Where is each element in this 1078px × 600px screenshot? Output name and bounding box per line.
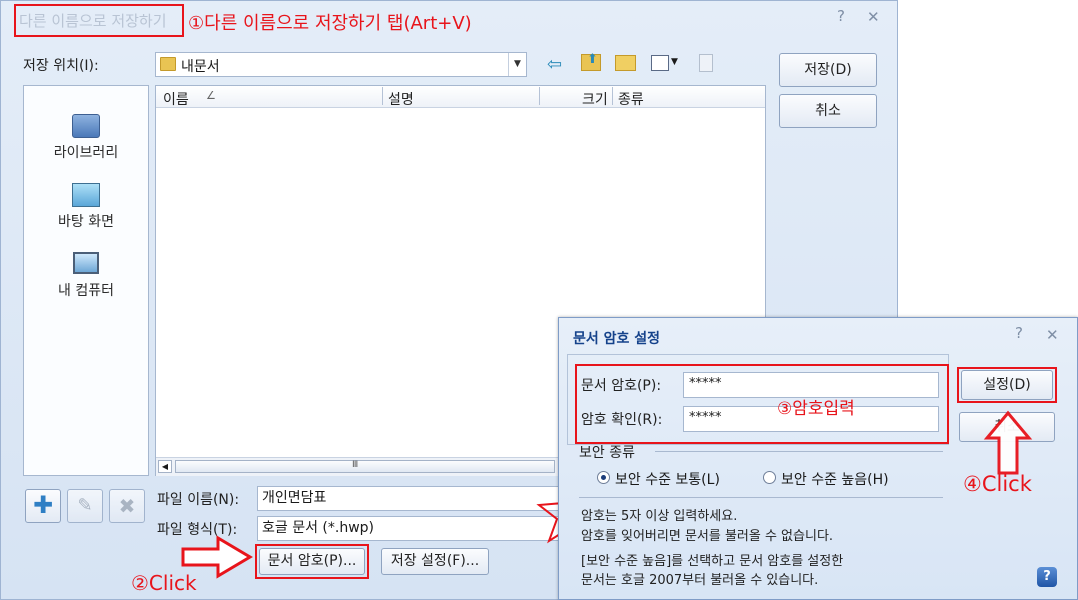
list-header: 이름 ∠ 설명 크기 종류 [156, 86, 765, 108]
password-confirm-label: 암호 확인(R): [581, 412, 663, 428]
column-separator[interactable] [539, 87, 540, 105]
computer-icon [73, 252, 99, 274]
security-high-label: 보안 수준 높음(H) [781, 472, 889, 488]
security-group-label: 보안 종류 [579, 445, 635, 461]
help-button[interactable]: ? [837, 7, 845, 25]
column-header-name[interactable]: 이름 [163, 89, 189, 109]
set-button-highlight [957, 367, 1057, 403]
scroll-thumb[interactable]: Ⅲ [175, 460, 555, 473]
folder-icon [160, 57, 176, 71]
place-desktop-label: 바탕 화면 [58, 214, 114, 230]
view-menu-chevron-icon[interactable]: ▼ [671, 57, 678, 67]
place-library[interactable]: 라이브러리 [24, 114, 148, 162]
file-type-select[interactable]: 호글 문서 (*.hwp) [257, 516, 567, 541]
info-line-2: 암호를 잊어버리면 문서를 불러올 수 없습니다. [581, 529, 834, 544]
divider [655, 451, 943, 452]
sort-indicator-icon: ∠ [206, 89, 216, 102]
up-folder-icon[interactable]: ⬆ [581, 52, 601, 71]
place-computer-label: 내 컴퓨터 [58, 283, 114, 299]
annotation-step4: ④Click [963, 472, 1032, 496]
password-button-highlight [255, 544, 369, 579]
security-high-option[interactable]: 보안 수준 높음(H) [763, 468, 933, 488]
column-header-type[interactable]: 종류 [618, 89, 644, 109]
file-name-input[interactable]: 개인면담표 [257, 486, 567, 511]
view-menu-icon[interactable] [651, 55, 669, 71]
save-button[interactable]: 저장(D) [779, 53, 877, 87]
column-separator[interactable] [382, 87, 383, 105]
add-place-button[interactable]: ✚ [25, 489, 61, 523]
column-header-desc[interactable]: 설명 [388, 89, 414, 109]
password-dialog: 문서 암호 설정 ? ✕ 문서 암호(P): ***** 암호 확인(R): *… [558, 317, 1078, 600]
column-header-size[interactable]: 크기 [582, 89, 608, 109]
desktop-icon [72, 183, 100, 207]
place-computer[interactable]: 내 컴퓨터 [24, 252, 148, 300]
close-button[interactable]: ✕ [867, 8, 880, 26]
chevron-down-icon[interactable]: ▼ [508, 53, 526, 76]
cancel-button[interactable]: 취소 [779, 94, 877, 128]
annotation-step3: ③암호입력 [777, 399, 855, 419]
scroll-left-icon[interactable]: ◀ [158, 460, 172, 473]
security-normal-option[interactable]: 보안 수준 보통(L) [597, 468, 767, 488]
info-line-1: 암호는 5자 이상 입력하세요. [581, 509, 738, 524]
password-dialog-title: 문서 암호 설정 [573, 331, 661, 347]
library-icon [72, 114, 100, 138]
file-name-label: 파일 이름(N): [157, 492, 240, 508]
dialog-title: 다른 이름으로 저장하기 [19, 12, 167, 30]
location-label: 저장 위치(I): [23, 58, 99, 74]
radio-normal[interactable] [597, 471, 610, 484]
tools-icon[interactable] [699, 54, 713, 72]
column-separator[interactable] [612, 87, 613, 105]
security-normal-label: 보안 수준 보통(L) [615, 472, 720, 488]
help-icon[interactable]: ? [1037, 567, 1057, 587]
password-close-button[interactable]: ✕ [1046, 326, 1059, 344]
info-line-3: [보안 수준 높음]를 선택하고 문서 암호를 설정한 [581, 554, 844, 569]
info-line-4: 문서는 호글 2007부터 불러올 수 있습니다. [581, 573, 819, 588]
password-help-button[interactable]: ? [1015, 324, 1023, 342]
new-folder-icon[interactable] [615, 55, 636, 71]
places-bar: 라이브러리 바탕 화면 내 컴퓨터 [23, 85, 149, 476]
back-arrow-icon[interactable]: ⇦ [547, 54, 562, 75]
place-library-label: 라이브러리 [53, 145, 119, 161]
edit-place-button[interactable]: ✎ [67, 489, 103, 523]
location-combo[interactable]: 내문서 ▼ [155, 52, 527, 77]
divider [579, 497, 943, 498]
annotation-arrow-up [983, 410, 1033, 475]
place-desktop[interactable]: 바탕 화면 [24, 183, 148, 231]
delete-place-button[interactable]: ✖ [109, 489, 145, 523]
annotation-step1: ①다른 이름으로 저장하기 탭(Art+V) [188, 13, 472, 34]
password-label: 문서 암호(P): [581, 378, 662, 394]
plus-icon: ✚ [32, 491, 54, 519]
pencil-icon: ✎ [77, 495, 93, 516]
annotation-step2: ②Click [131, 571, 197, 595]
delete-icon: ✖ [118, 494, 136, 518]
radio-high[interactable] [763, 471, 776, 484]
save-settings-button[interactable]: 저장 설정(F)... [381, 548, 489, 575]
location-value: 내문서 [181, 59, 220, 75]
